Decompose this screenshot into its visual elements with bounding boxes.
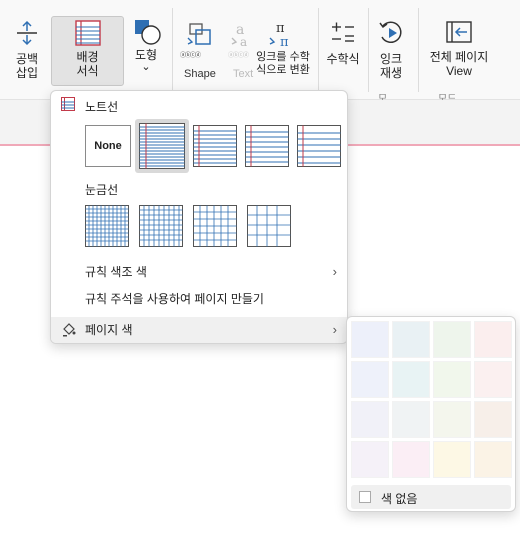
separator [172, 8, 173, 92]
ink-to-text-small-label: ⓐⓑⓒⓓ [228, 53, 249, 59]
dense-rule-icon [139, 123, 185, 169]
color-swatch[interactable] [351, 321, 389, 358]
color-swatch[interactable] [474, 401, 512, 438]
ink-replay-label-2: 재생 [379, 66, 403, 80]
grid-lines-heading: 눈금선 [85, 183, 119, 197]
small-grid-option[interactable] [85, 205, 129, 247]
shapes-label: 도형 [134, 48, 158, 62]
rule-color-menu-item[interactable]: 규칙 색조 색 › [51, 261, 347, 283]
college-rule-option[interactable] [245, 125, 289, 167]
narrow-rule-option[interactable] [193, 125, 237, 167]
color-swatch[interactable] [392, 441, 430, 478]
text-group-label: Text [233, 68, 254, 80]
color-swatch[interactable] [351, 441, 389, 478]
shape-group-label: Shape [184, 68, 216, 80]
background-button[interactable]: 배경 서식 [51, 16, 124, 86]
math-button[interactable]: 수학식 [322, 20, 364, 66]
page-color-submenu: 색 없음 [346, 316, 516, 512]
color-swatch[interactable] [433, 321, 471, 358]
background-menu: 노트선 None 눈금선 규칙 색조 색 › 규칙 주석을 사용하여 페이지 만… [50, 90, 348, 344]
math-label: 수학식 [326, 52, 360, 66]
note-lines-heading: 노트선 [85, 100, 119, 114]
chevron-right-icon: › [332, 322, 337, 337]
shapes-icon [135, 20, 161, 45]
color-swatch[interactable] [433, 401, 471, 438]
color-swatch[interactable] [392, 361, 430, 398]
svg-text:π: π [280, 35, 289, 48]
color-swatch[interactable] [351, 401, 389, 438]
ink-to-math-button[interactable]: π π [264, 20, 298, 48]
ruled-page-icon [61, 97, 75, 111]
separator [368, 8, 369, 92]
background-label-2: 서식 [76, 64, 99, 78]
insert-space-icon [17, 20, 37, 46]
replay-icon [379, 21, 402, 43]
color-swatch[interactable] [474, 361, 512, 398]
ink-replay-button[interactable]: 잉크 재생 [372, 20, 410, 80]
full-page-label-2: View [446, 64, 472, 78]
ink-to-shape-small-label: ⓐⓑⓒⓓ [180, 53, 201, 59]
ruled-page-icon [74, 20, 101, 46]
full-page-label-1: 전체 페이지 [429, 50, 489, 64]
no-color-label: 색 없음 [381, 492, 418, 506]
ink-to-shape-button[interactable] [178, 20, 222, 48]
wide-rule-option[interactable] [297, 125, 341, 167]
separator [318, 8, 319, 92]
color-swatch[interactable] [433, 441, 471, 478]
full-page-view-button[interactable]: 전체 페이지 View [424, 20, 494, 78]
page-color-label: 페이지 색 [85, 323, 133, 337]
ribbon: 공백 삽입 배경 서식 도형 ⌄ ⓐⓑⓒⓓ Shape a a ⓐⓑⓒⓓ Tex… [0, 0, 520, 105]
svg-text:π: π [276, 21, 285, 36]
ink-to-math-icon: π π [269, 21, 289, 48]
rule-color-label: 규칙 색조 색 [85, 265, 147, 279]
rule-none-option[interactable]: None [85, 125, 131, 167]
color-swatch[interactable] [351, 361, 389, 398]
ink-replay-label-1: 잉크 [379, 52, 403, 66]
ink-to-text-button[interactable]: a a [226, 20, 260, 48]
full-page-icon [446, 21, 472, 43]
separator [418, 8, 419, 92]
rule-option-selected[interactable] [135, 119, 189, 173]
no-color-swatch [359, 491, 371, 503]
background-label-1: 배경 [76, 50, 99, 64]
math-icon [332, 22, 354, 42]
chevron-right-icon: › [332, 264, 337, 279]
color-swatch[interactable] [474, 441, 512, 478]
page-color-menu-item[interactable]: 페이지 색 › [51, 317, 347, 343]
medium-grid-option[interactable] [139, 205, 183, 247]
ink-to-text-icon: a a [231, 22, 247, 48]
create-with-rule-menu-item[interactable]: 규칙 주석을 사용하여 페이지 만들기 [51, 288, 347, 310]
color-swatch[interactable] [433, 361, 471, 398]
color-swatch[interactable] [392, 401, 430, 438]
insert-space-button[interactable]: 공백 삽입 [8, 20, 46, 80]
insert-space-label-1: 공백 [15, 52, 39, 66]
very-large-grid-option[interactable] [247, 205, 291, 247]
create-with-rule-label: 규칙 주석을 사용하여 페이지 만들기 [85, 292, 264, 306]
chevron-down-icon: ⌄ [141, 61, 151, 73]
color-swatch[interactable] [392, 321, 430, 358]
large-grid-option[interactable] [193, 205, 237, 247]
paint-bucket-icon [63, 323, 76, 337]
insert-space-label-2: 삽입 [15, 66, 39, 80]
ink-to-shape-icon [187, 23, 211, 45]
svg-text:a: a [240, 35, 247, 48]
no-color-option[interactable]: 색 없음 [351, 485, 511, 509]
shapes-button[interactable]: 도형 ⌄ [128, 16, 164, 73]
none-label: None [94, 140, 122, 152]
ink-to-math-label: 잉크를 수학 식으로 변환 [256, 51, 310, 76]
color-swatch[interactable] [474, 321, 512, 358]
